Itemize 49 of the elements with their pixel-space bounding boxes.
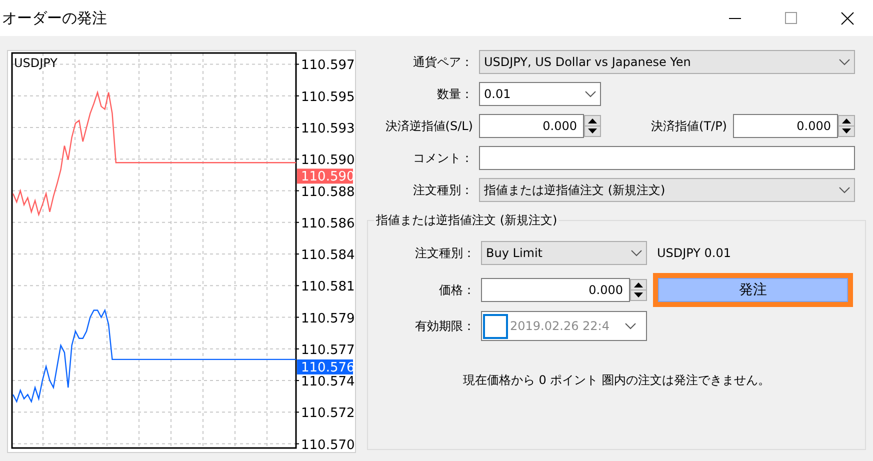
field-label: コメント：: [412, 150, 474, 167]
y-tick-label: 110.572: [301, 406, 355, 422]
caret-icon: [631, 250, 642, 256]
number-field[interactable]: 0.000: [733, 114, 838, 138]
spinner-icon[interactable]: [630, 279, 647, 301]
y-tick-label: 110.570: [301, 438, 355, 453]
group-title: 指値または逆指値注文 (新規注文): [374, 211, 560, 229]
caret-icon: [839, 186, 850, 194]
spinner-icon[interactable]: [838, 115, 855, 137]
y-tick-label: 110.586: [301, 216, 355, 232]
caret-icon: [839, 58, 850, 66]
info-text: 現在価格から 0 ポイント 圏内の注文は発注できません。: [462, 372, 772, 389]
field-label: 注文種別：: [412, 182, 474, 199]
y-tick-label: 110.588: [301, 184, 355, 200]
dropdown[interactable]: 指値または逆指値注文 (新規注文): [479, 178, 855, 202]
symbol-label: USDJPY: [14, 55, 58, 72]
number-field[interactable]: 0.000: [481, 278, 630, 302]
price-tag: 110.590: [297, 168, 355, 185]
field-label: 有効期限：: [414, 318, 476, 335]
field-label: 価格：: [438, 282, 476, 299]
y-tick-label: 110.581: [301, 280, 355, 295]
field-label: 通貨ペア：: [412, 54, 474, 71]
order-summary: USDJPY 0.01: [657, 245, 732, 262]
number-field[interactable]: 0.000: [479, 114, 584, 138]
y-tick-label: 110.597: [301, 58, 355, 74]
field-label: 数量：: [436, 86, 474, 103]
field-label: 注文種別：: [414, 245, 476, 262]
field-label: 決済逆指値(S/L): [384, 118, 474, 135]
window-title: オーダーの発注: [1, 8, 107, 29]
dropdown[interactable]: USDJPY, US Dollar vs Japanese Yen: [479, 50, 855, 74]
price-tag: 110.576: [297, 359, 355, 376]
caret-icon: [585, 90, 596, 98]
comment-field[interactable]: [479, 146, 855, 170]
y-tick-label: 110.590: [301, 153, 355, 168]
close-icon[interactable]: [841, 12, 854, 24]
dropdown[interactable]: 0.01: [479, 82, 601, 106]
y-tick-label: 110.593: [301, 122, 355, 136]
maximize-icon[interactable]: [785, 12, 797, 24]
y-tick-label: 110.579: [301, 311, 355, 326]
y-tick-label: 110.584: [301, 248, 355, 264]
y-tick-label: 110.595: [301, 90, 355, 105]
y-tick-label: 110.577: [301, 342, 355, 358]
caret-icon: [625, 322, 636, 330]
place-order-button[interactable]: 発注: [658, 278, 848, 302]
y-tick-label: 110.574: [301, 374, 355, 390]
spinner-icon[interactable]: [584, 115, 601, 137]
dropdown[interactable]: Buy Limit: [481, 241, 647, 265]
date-value: 2019.02.26 22:4: [510, 318, 610, 335]
field-label: 決済指値(T/P): [650, 118, 728, 135]
